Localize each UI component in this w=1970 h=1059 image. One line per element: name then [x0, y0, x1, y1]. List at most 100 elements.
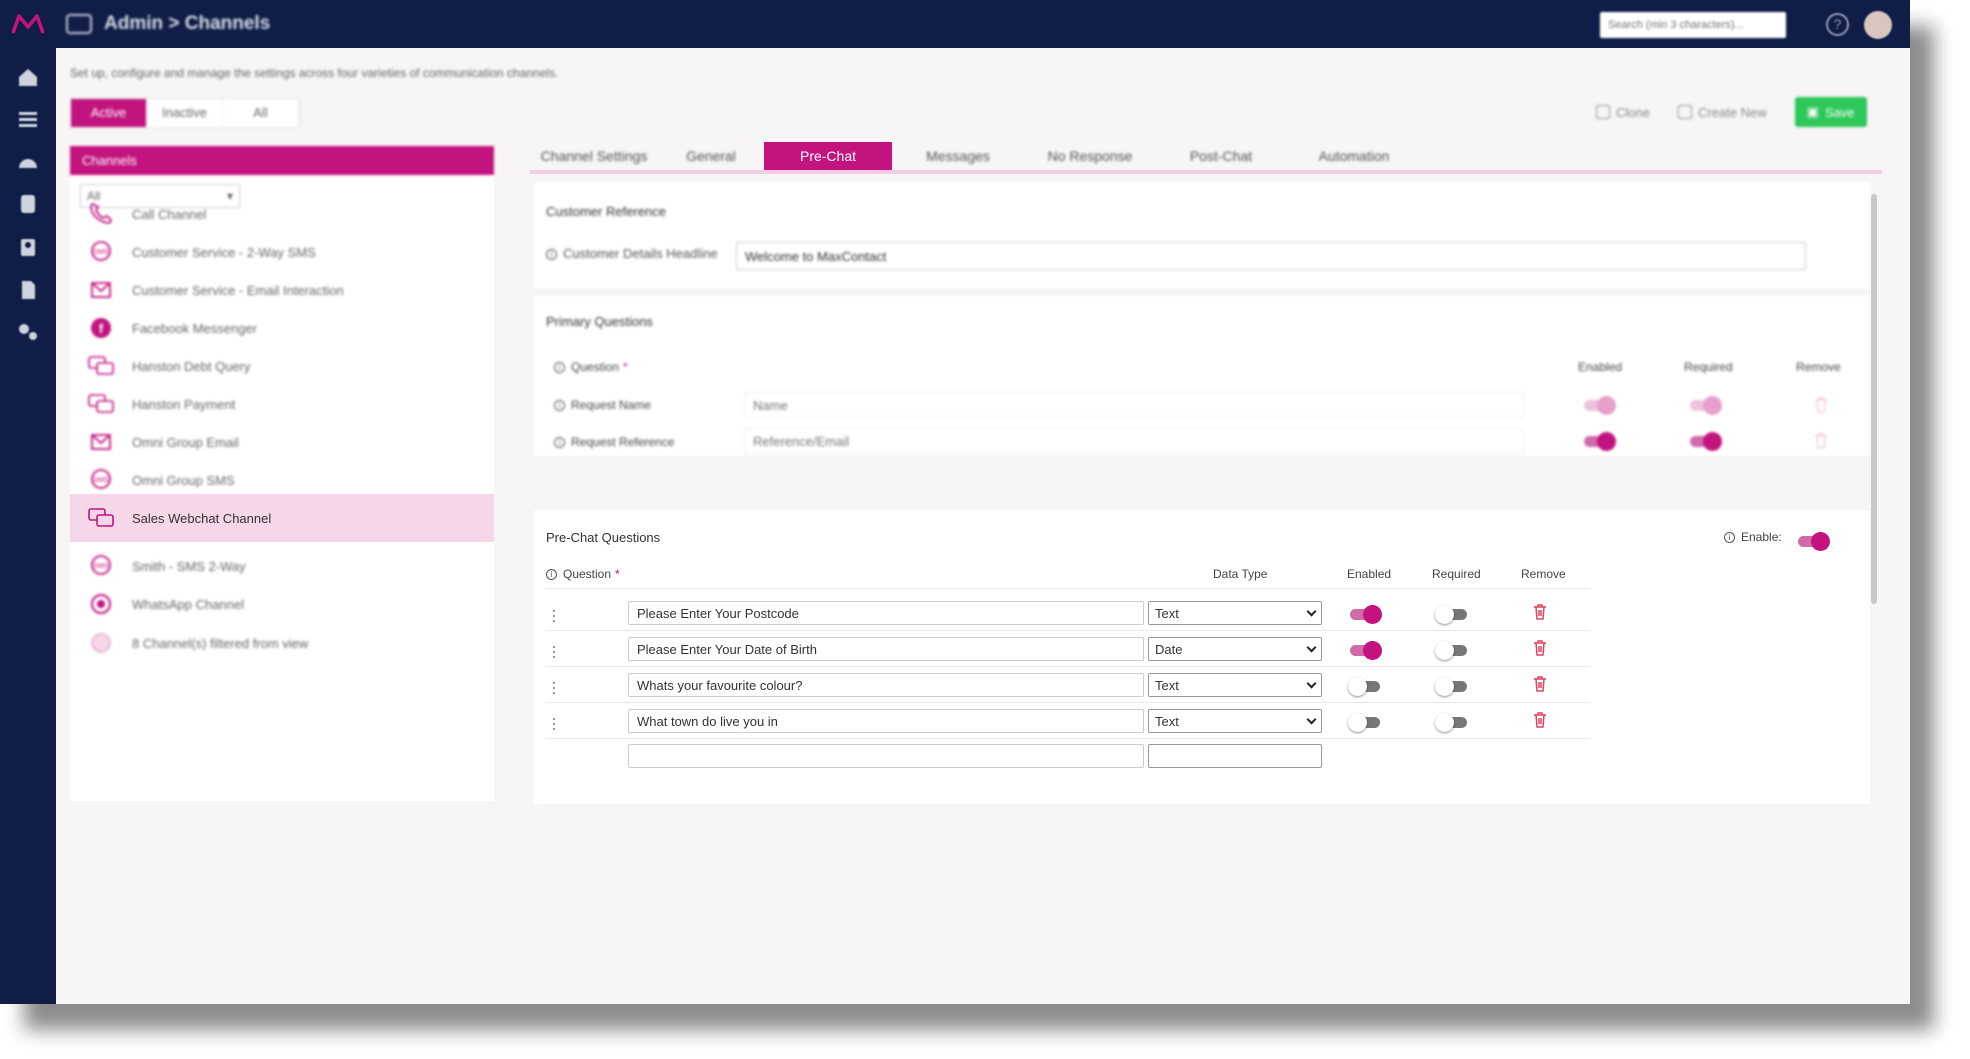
data-type-select[interactable]: Date [1148, 637, 1322, 661]
customer-reference-card: Customer Reference i Customer Details Hea… [534, 182, 1870, 288]
trash-icon [1814, 433, 1828, 449]
svg-text:SMS: SMS [93, 477, 109, 484]
question-input-partial[interactable] [628, 744, 1144, 768]
prechat-questions-title: Pre-Chat Questions [546, 530, 661, 545]
home-icon[interactable] [16, 66, 40, 88]
help-icon[interactable]: ? [1826, 13, 1849, 36]
question-enabled-toggle[interactable] [1350, 605, 1382, 625]
svg-text:SMS: SMS [93, 563, 109, 570]
question-required-toggle[interactable] [1435, 677, 1469, 697]
data-type-select-partial[interactable] [1148, 744, 1322, 768]
tab-post-chat[interactable]: Post-Chat [1156, 142, 1286, 170]
filter-all-tab[interactable]: All [223, 99, 299, 127]
request-name-required-toggle[interactable] [1690, 396, 1722, 416]
whatsapp-icon [86, 591, 116, 617]
channel-label: Facebook Messenger [132, 320, 258, 336]
question-enabled-toggle[interactable] [1348, 713, 1382, 733]
svg-text:SMS: SMS [93, 249, 109, 256]
drag-handle-icon[interactable] [552, 682, 556, 696]
tab-general[interactable]: General [658, 142, 764, 170]
drag-handle-icon[interactable] [552, 646, 556, 660]
chevron-down-icon [1306, 642, 1317, 652]
request-reference-input[interactable] [744, 428, 1524, 454]
trash-icon[interactable] [1533, 640, 1547, 656]
question-required-toggle[interactable] [1435, 641, 1469, 661]
tab-messages[interactable]: Messages [892, 142, 1024, 170]
data-type-select[interactable]: Text [1148, 673, 1322, 697]
customer-reference-title: Customer Reference [546, 204, 666, 219]
request-name-enabled-toggle[interactable] [1584, 396, 1616, 416]
settings-icon[interactable] [16, 321, 40, 343]
question-required-toggle[interactable] [1435, 713, 1469, 733]
question-input[interactable]: What town do live you in [628, 709, 1144, 733]
status-filter-tabs: Active Inactive All [70, 98, 300, 128]
contacts-icon[interactable] [16, 236, 40, 258]
question-required-toggle[interactable] [1435, 605, 1469, 625]
document-icon[interactable] [16, 279, 40, 301]
settings-scrollbar[interactable] [1870, 182, 1878, 680]
sms-icon: SMS [86, 467, 116, 493]
chevron-down-icon [1306, 606, 1317, 616]
data-type-select[interactable]: Text [1148, 601, 1322, 625]
request-reference-required-toggle[interactable] [1690, 432, 1722, 452]
create-new-label: Create New [1697, 104, 1767, 120]
drag-handle-icon[interactable] [552, 718, 556, 732]
side-nav [0, 48, 56, 1004]
database-icon[interactable] [16, 193, 40, 215]
create-icon [1677, 105, 1692, 119]
row-divider [546, 666, 1590, 667]
data-type-value: Text [1155, 605, 1179, 621]
question-enabled-toggle[interactable] [1348, 677, 1382, 697]
webchat-icon [86, 505, 116, 531]
global-search-input[interactable] [1600, 12, 1786, 38]
question-enabled-toggle[interactable] [1350, 641, 1382, 661]
chevron-down-icon [1306, 678, 1317, 688]
channel-label: Customer Service - Email Interaction [132, 282, 344, 298]
customer-headline-label: i Customer Details Headline [546, 246, 718, 261]
tab-no-response[interactable]: No Response [1024, 142, 1156, 170]
svg-text:f: f [99, 321, 104, 336]
question-input[interactable]: Please Enter Your Postcode [628, 601, 1144, 625]
question-input[interactable]: Please Enter Your Date of Birth [628, 637, 1144, 661]
drag-handle-icon[interactable] [552, 610, 556, 624]
clone-button[interactable]: Clone [1596, 105, 1650, 120]
filter-inactive-tab[interactable]: Inactive [147, 99, 223, 127]
brand-logo[interactable] [0, 0, 56, 48]
tab-channel-settings[interactable]: Channel Settings [530, 142, 658, 170]
request-name-input[interactable] [744, 392, 1524, 418]
dashboard-icon[interactable] [16, 150, 40, 172]
trash-icon[interactable] [1533, 676, 1547, 692]
data-type-select[interactable]: Text [1148, 709, 1322, 733]
info-icon: i [554, 437, 565, 449]
remove-header: Remove [1521, 567, 1566, 581]
request-reference-label: i Request Reference [554, 435, 674, 449]
save-button[interactable]: ▣ Save [1794, 97, 1867, 127]
tab-pre-chat[interactable]: Pre-Chat [764, 142, 892, 170]
data-type-header: Data Type [1213, 567, 1268, 581]
primary-questions-card: Primary Questions i Question * Enabled Req… [534, 296, 1870, 456]
webchat-icon [86, 391, 116, 417]
avatar[interactable] [1864, 11, 1892, 39]
channel-item-sales-webchat[interactable]: Sales Webchat Channel [70, 494, 494, 542]
create-new-button[interactable]: Create New [1677, 104, 1767, 120]
row-divider [546, 630, 1590, 631]
request-reference-enabled-toggle[interactable] [1584, 432, 1616, 452]
email-icon [86, 277, 116, 303]
trash-icon[interactable] [1533, 712, 1547, 728]
channel-label: Sales Webchat Channel [132, 510, 272, 526]
email-icon [86, 429, 116, 455]
question-input[interactable]: Whats your favourite colour? [628, 673, 1144, 697]
channel-label: WhatsApp Channel [132, 596, 245, 612]
customer-headline-input[interactable]: Welcome to MaxContact [736, 242, 1806, 270]
data-type-value: Text [1155, 713, 1179, 729]
primary-required-header: Required [1684, 360, 1733, 374]
tab-automation[interactable]: Automation [1286, 142, 1422, 170]
info-icon: i [554, 362, 565, 374]
trash-icon[interactable] [1533, 604, 1547, 620]
list-icon[interactable] [16, 108, 40, 130]
facebook-icon: f [86, 315, 116, 341]
channel-label: Customer Service - 2-Way SMS [132, 244, 316, 260]
filter-active-tab[interactable]: Active [71, 99, 147, 127]
prechat-enable-toggle[interactable] [1798, 532, 1830, 552]
scrollbar-thumb[interactable] [1871, 194, 1877, 604]
